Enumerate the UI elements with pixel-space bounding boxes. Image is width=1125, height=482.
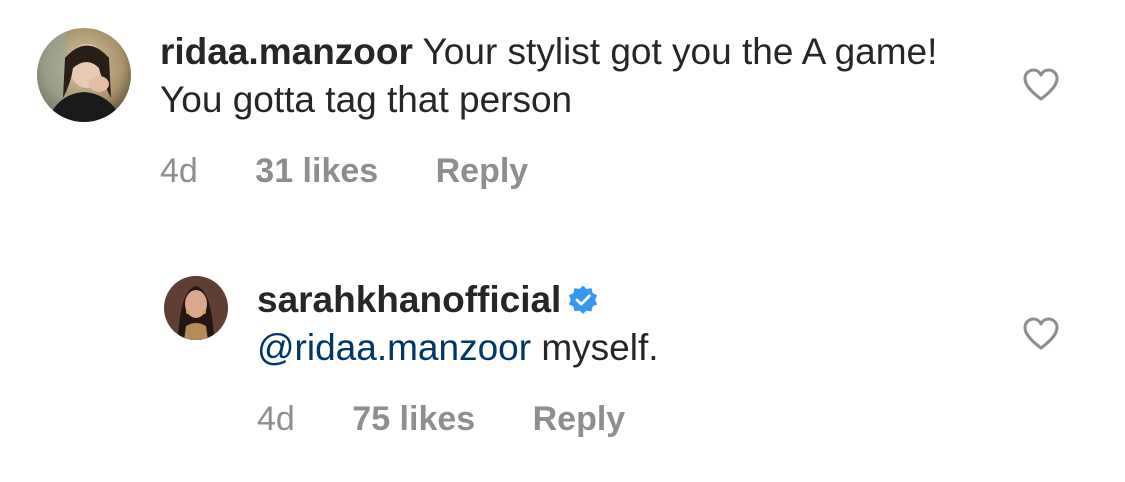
comment-ridaa: ridaa.manzoor Your stylist got you the A… [0, 0, 1125, 220]
likes-count[interactable]: 31 likes [255, 152, 378, 191]
likes-count[interactable]: 75 likes [352, 400, 475, 439]
comment-text: ridaa.manzoor Your stylist got you the A… [160, 28, 990, 124]
username[interactable]: ridaa.manzoor [160, 31, 413, 72]
comment-text: sarahkhanofficial @ridaa.manzoor myself. [257, 276, 997, 372]
reply-button[interactable]: Reply [436, 152, 529, 191]
comment-sarahkhan: sarahkhanofficial @ridaa.manzoor myself.… [0, 260, 1125, 482]
username[interactable]: sarahkhanofficial [257, 279, 561, 320]
comment-body: myself. [531, 327, 659, 368]
avatar[interactable] [164, 276, 228, 340]
timestamp: 4d [257, 400, 295, 438]
verified-badge-icon [569, 285, 598, 314]
reply-button[interactable]: Reply [533, 400, 626, 439]
avatar[interactable] [37, 28, 131, 122]
timestamp: 4d [160, 152, 198, 190]
comment-meta: 4d 75 likes Reply [257, 400, 625, 439]
comment-meta: 4d 31 likes Reply [160, 152, 528, 191]
mention-link[interactable]: @ridaa.manzoor [257, 327, 531, 368]
heart-outline-icon[interactable] [1023, 68, 1059, 102]
heart-outline-icon[interactable] [1023, 317, 1059, 351]
